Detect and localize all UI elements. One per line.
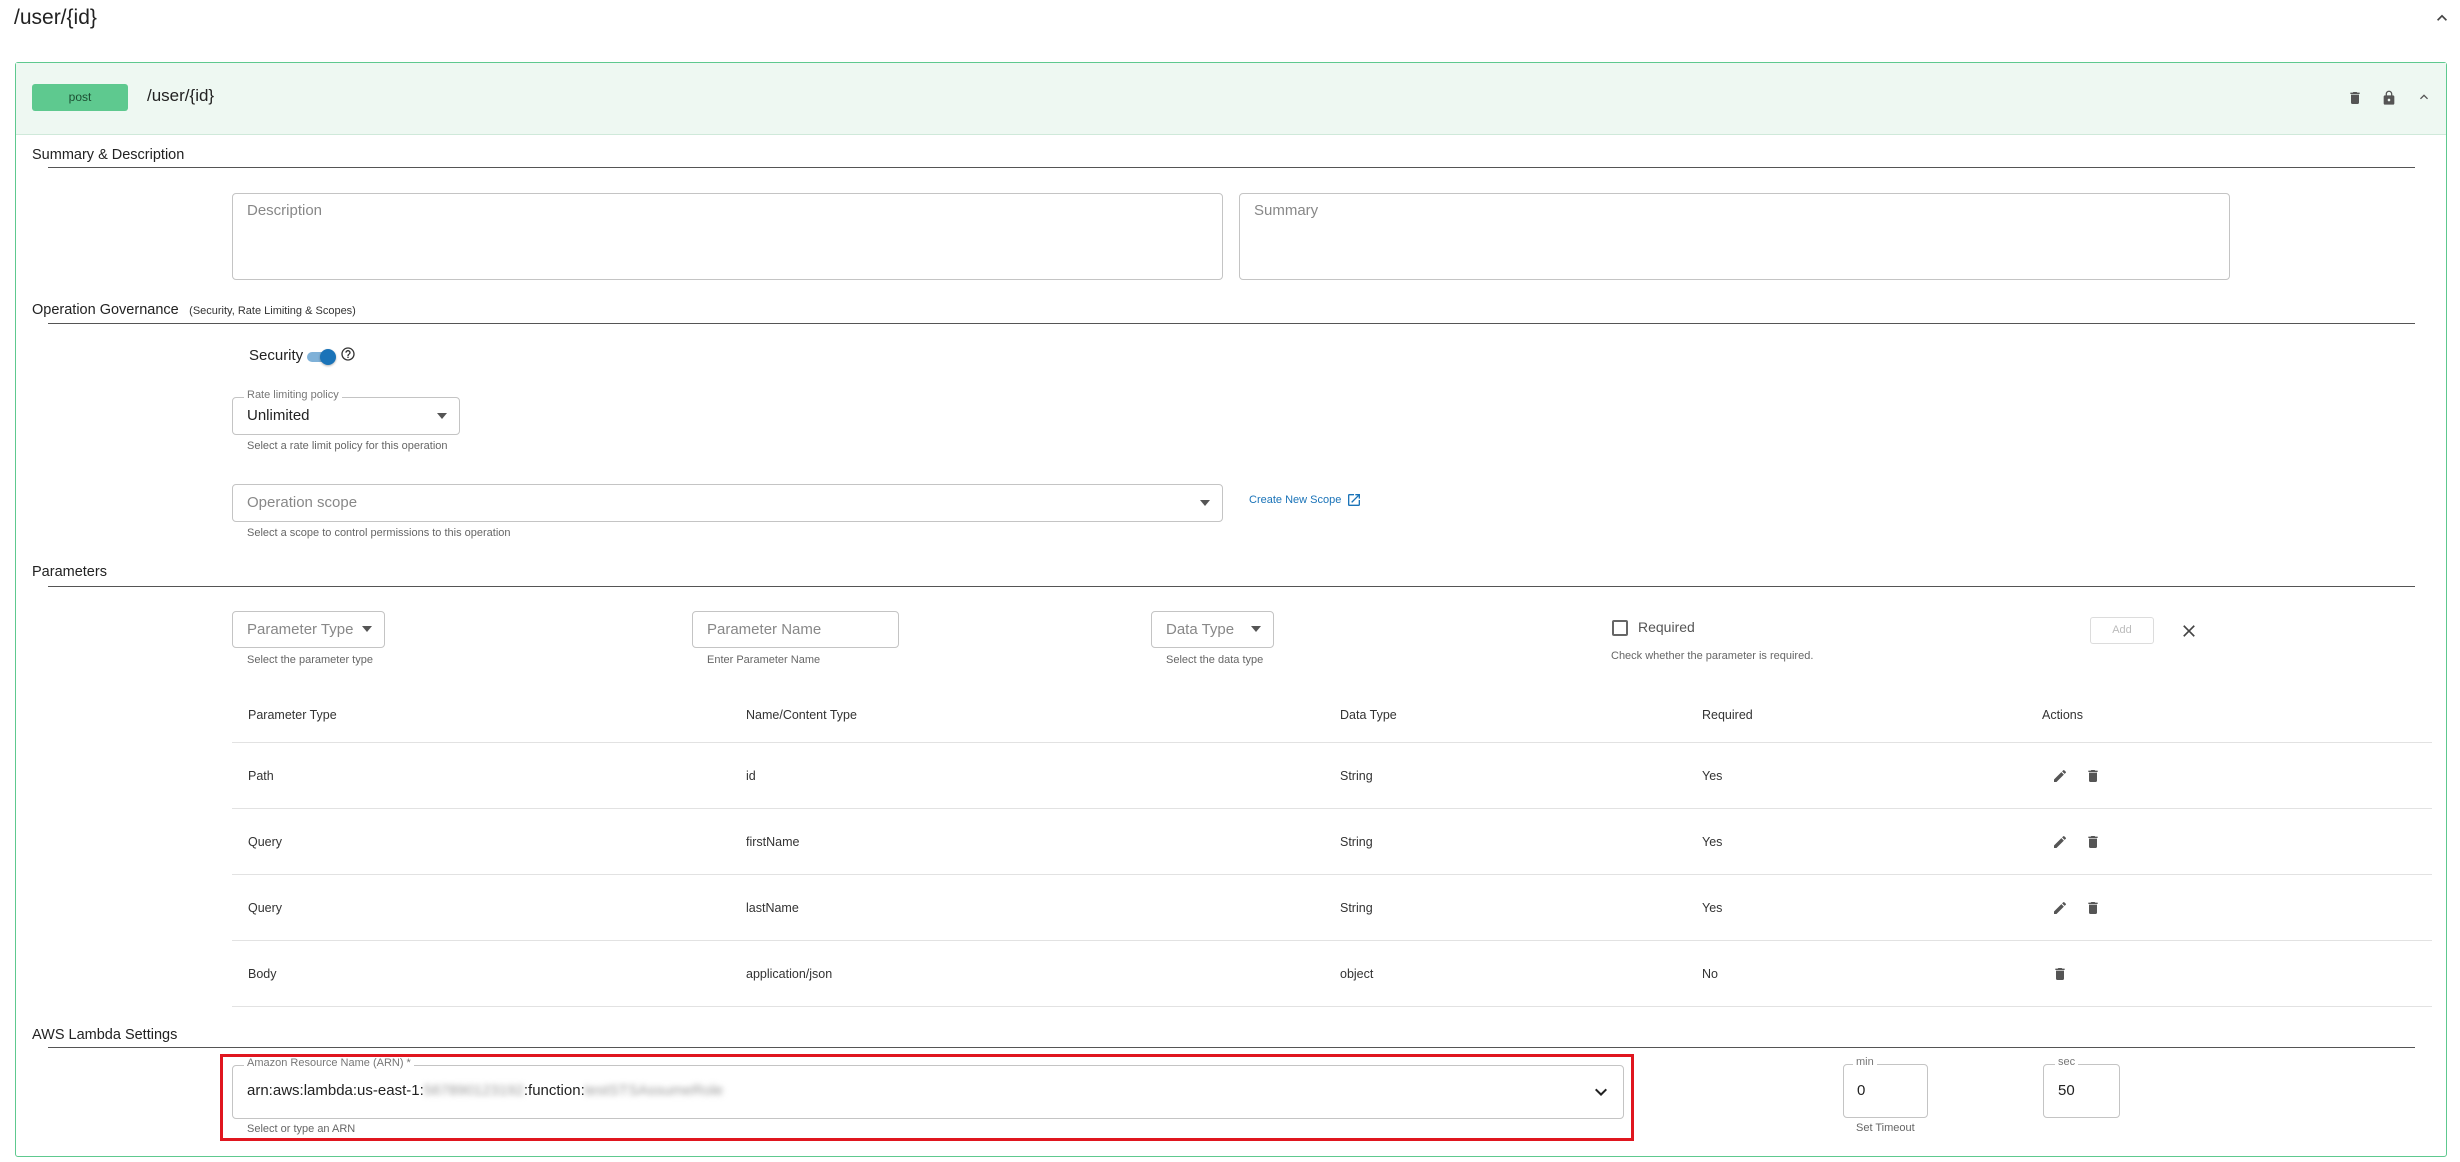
operation-scope-helper: Select a scope to control permissions to… [247,527,511,539]
operation-header[interactable] [16,63,2446,135]
cell-required: Yes [1702,835,1723,849]
rate-limit-label: Rate limiting policy [244,389,342,401]
operation-path: /user/{id} [147,86,215,105]
parameter-type-helper: Select the parameter type [247,654,373,666]
table-header-parameter-type: Parameter Type [248,708,337,722]
cell-name: lastName [746,901,799,915]
arn-mid: :function: [523,1082,585,1099]
parameter-name-helper: Enter Parameter Name [707,654,821,666]
description-placeholder: Description [247,202,323,219]
timeout-sec-value: 50 [2058,1082,2075,1099]
rate-limit-helper: Select a rate limit policy for this oper… [247,440,448,452]
section-divider [48,586,2415,587]
arn-prefix: arn:aws:lambda:us-east-1: [247,1082,424,1099]
help-icon[interactable] [340,346,356,362]
security-toggle[interactable] [305,349,337,365]
section-title-summary: Summary & Description [32,147,185,163]
table-divider [232,940,2432,941]
delete-icon[interactable] [2083,898,2103,918]
section-title-parameters: Parameters [32,564,107,580]
cell-parameter-type: Query [248,835,283,849]
governance-subtitle: (Security, Rate Limiting & Scopes) [189,305,356,317]
collapse-resource-icon[interactable] [2432,8,2452,28]
chevron-down-icon [362,626,372,632]
delete-icon[interactable] [2050,964,2070,984]
table-header-actions: Actions [2042,708,2083,722]
table-header-name: Name/Content Type [746,708,857,722]
cell-required: Yes [1702,769,1723,783]
cell-name: id [746,769,756,783]
required-label: Required [1638,619,1695,635]
table-header-required: Required [1702,708,1753,722]
delete-operation-icon[interactable] [2345,88,2365,108]
required-checkbox[interactable] [1612,620,1628,636]
table-divider [232,742,2432,743]
create-scope-link[interactable]: Create New Scope [1249,491,1362,509]
table-divider [232,1006,2432,1007]
governance-title: Operation Governance [32,302,179,318]
add-parameter-button[interactable]: Add [2090,617,2154,644]
timeout-helper: Set Timeout [1856,1122,1915,1134]
arn-account-blurred: 567890123192 [423,1082,524,1099]
table-header-data-type: Data Type [1340,708,1397,722]
method-badge: post [32,84,128,111]
edit-icon[interactable] [2050,898,2070,918]
external-link-icon [1347,493,1360,506]
timeout-min-input[interactable] [1843,1064,1928,1118]
cell-parameter-type: Path [248,769,274,783]
data-type-helper: Select the data type [1166,654,1264,666]
cell-data-type: String [1340,901,1373,915]
section-divider [48,1047,2415,1048]
section-divider [48,167,2415,168]
security-label: Security [249,347,304,364]
chevron-down-icon[interactable] [1589,1080,1613,1104]
parameter-type-placeholder: Parameter Type [247,621,354,638]
chevron-down-icon [437,413,447,419]
table-divider [232,874,2432,875]
timeout-min-label: min [1853,1056,1877,1068]
summary-placeholder: Summary [1254,202,1319,219]
edit-icon[interactable] [2050,766,2070,786]
cell-required: Yes [1702,901,1723,915]
timeout-sec-input[interactable] [2043,1064,2120,1118]
cell-parameter-type: Body [248,967,277,981]
timeout-min-value: 0 [1857,1082,1866,1099]
parameter-name-placeholder: Parameter Name [707,621,822,638]
cell-data-type: String [1340,835,1373,849]
section-divider [48,323,2415,324]
lock-icon[interactable] [2379,88,2399,108]
delete-icon[interactable] [2083,832,2103,852]
timeout-sec-label: sec [2055,1056,2079,1068]
cell-data-type: String [1340,769,1373,783]
cell-name: firstName [746,835,800,849]
summary-field[interactable] [1239,193,2230,280]
delete-icon[interactable] [2083,766,2103,786]
required-helper: Check whether the parameter is required. [1611,650,1814,662]
arn-value: arn:aws:lambda:us-east-1:567890123192:fu… [247,1082,723,1099]
section-title-governance: Operation Governance (Security, Rate Lim… [32,301,356,319]
collapse-operation-icon[interactable] [2414,87,2434,107]
cell-parameter-type: Query [248,901,283,915]
description-field[interactable] [232,193,1223,280]
chevron-down-icon [1251,626,1261,632]
operation-scope-select[interactable] [232,484,1223,522]
table-divider [232,808,2432,809]
cell-name: application/json [746,967,833,981]
close-icon[interactable] [2179,621,2199,641]
arn-function-blurred: testSTSAssumeRole [584,1082,724,1099]
arn-helper: Select or type an ARN [247,1123,356,1135]
section-title-lambda: AWS Lambda Settings [32,1027,178,1043]
data-type-placeholder: Data Type [1166,621,1235,638]
edit-icon[interactable] [2050,832,2070,852]
cell-data-type: object [1340,967,1374,981]
operation-scope-placeholder: Operation scope [247,494,358,511]
resource-path: /user/{id} [14,6,97,29]
rate-limit-value: Unlimited [247,407,310,424]
chevron-down-icon [1200,500,1210,506]
cell-required: No [1702,967,1718,981]
create-scope-label: Create New Scope [1249,493,1342,506]
arn-label: Amazon Resource Name (ARN) * [244,1057,414,1069]
